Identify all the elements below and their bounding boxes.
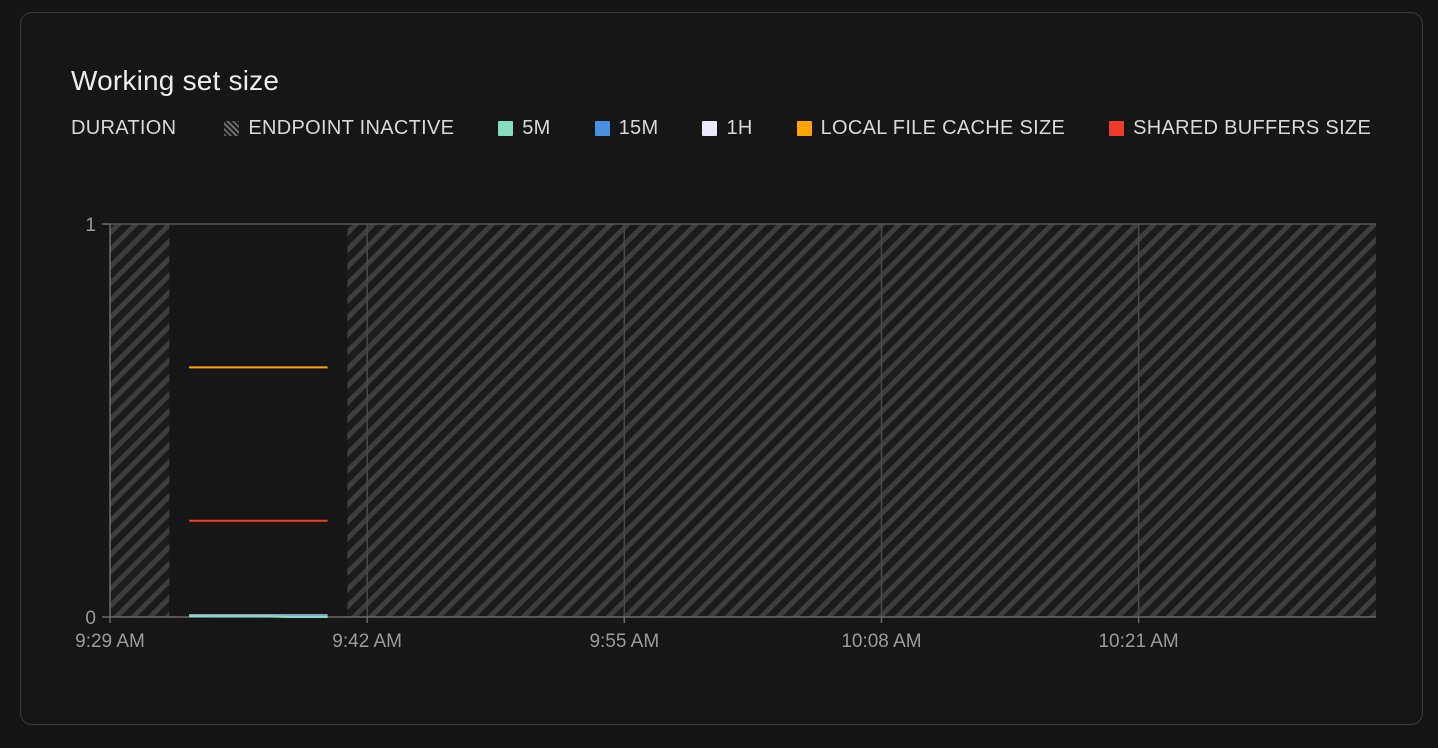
series-line-5m[interactable] — [189, 615, 328, 618]
inactive-region-1 — [347, 224, 1376, 617]
x-tick-label-4: 10:21 AM — [1098, 631, 1178, 652]
x-tick-label-1: 9:42 AM — [332, 631, 402, 652]
y-tick-label-1: 1 — [85, 215, 96, 236]
x-tick-label-3: 10:08 AM — [841, 631, 921, 652]
y-tick-label-0: 0 — [85, 608, 96, 629]
x-tick-label-0: 9:29 AM — [75, 631, 145, 652]
chart-plot: 9:29 AM 9:42 AM 9:55 AM 10:08 AM 10:21 AM 0 1 — [75, 215, 1376, 652]
x-tick-label-2: 9:55 AM — [589, 631, 659, 652]
inactive-region-0 — [110, 224, 170, 617]
